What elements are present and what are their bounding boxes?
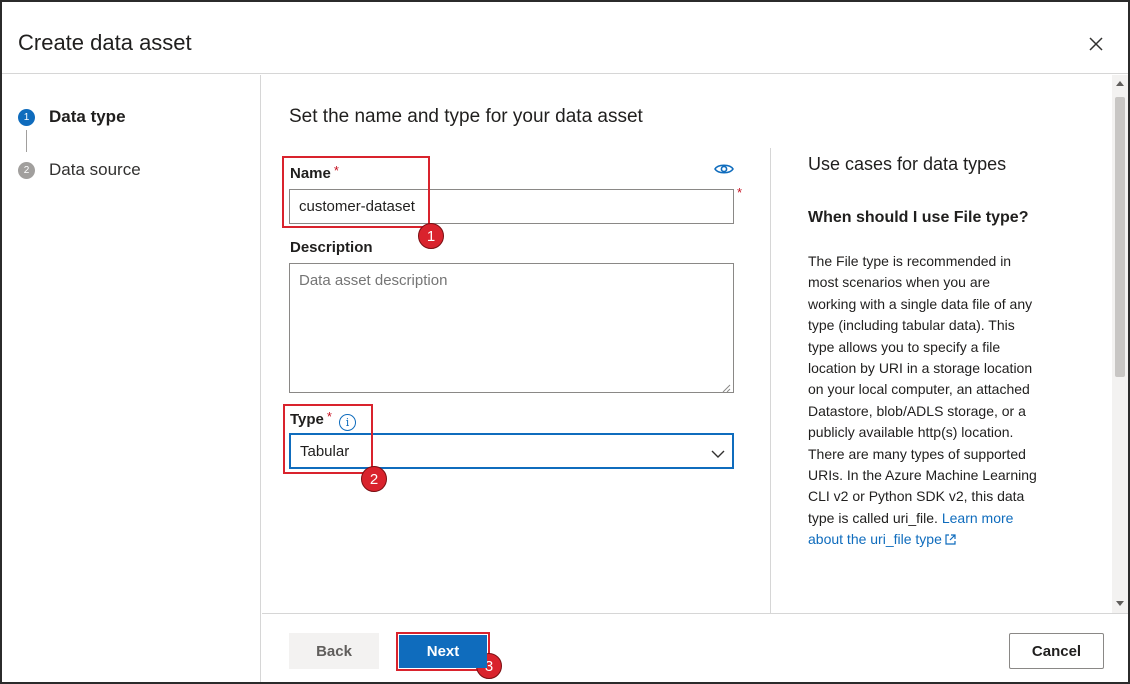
step-data-source[interactable]: 2 Data source: [18, 160, 141, 180]
annotation-highlight-name: [282, 156, 430, 228]
annotation-badge-2: 2: [361, 466, 387, 492]
form-heading: Set the name and type for your data asse…: [289, 106, 643, 127]
info-panel-title: Use cases for data types: [808, 154, 1007, 174]
required-mark: *: [737, 185, 743, 200]
dialog-title: Create data asset: [18, 30, 192, 55]
scroll-up-arrow-icon[interactable]: [1116, 81, 1124, 86]
info-panel-text: The File type is recommended in most sce…: [808, 253, 1037, 526]
resize-grip-icon[interactable]: [721, 380, 731, 393]
info-panel-body: The File type is recommended in most sce…: [808, 251, 1040, 551]
close-icon[interactable]: [1085, 33, 1107, 55]
dialog-header: Create data asset: [2, 2, 1128, 74]
step-label: Data type: [49, 107, 126, 126]
step-label: Data source: [49, 160, 141, 179]
description-textarea[interactable]: [289, 263, 734, 393]
dialog-footer: [262, 613, 1128, 682]
annotation-highlight-type: [283, 404, 373, 474]
cancel-button[interactable]: Cancel: [1009, 633, 1104, 669]
vertical-scrollbar[interactable]: [1112, 75, 1128, 613]
step-data-type[interactable]: 1 Data type: [18, 107, 126, 127]
chevron-down-icon: [711, 446, 725, 458]
info-panel-subtitle: When should I use File type?: [808, 209, 1029, 226]
back-button[interactable]: Back: [289, 633, 379, 669]
eye-icon[interactable]: [714, 162, 734, 176]
panel-divider: [770, 148, 771, 613]
scroll-thumb[interactable]: [1115, 97, 1125, 377]
description-label: Description: [290, 239, 373, 256]
scroll-down-arrow-icon[interactable]: [1116, 601, 1124, 606]
external-link-icon: [945, 530, 956, 545]
step-number-badge: 1: [18, 108, 35, 126]
next-button[interactable]: Next: [399, 635, 487, 668]
step-number-badge: 2: [18, 161, 35, 179]
dialog: Create data asset 1 Data type 2 Data sou…: [0, 0, 1130, 684]
step-connector: [26, 130, 27, 152]
annotation-badge-1: 1: [418, 223, 444, 249]
